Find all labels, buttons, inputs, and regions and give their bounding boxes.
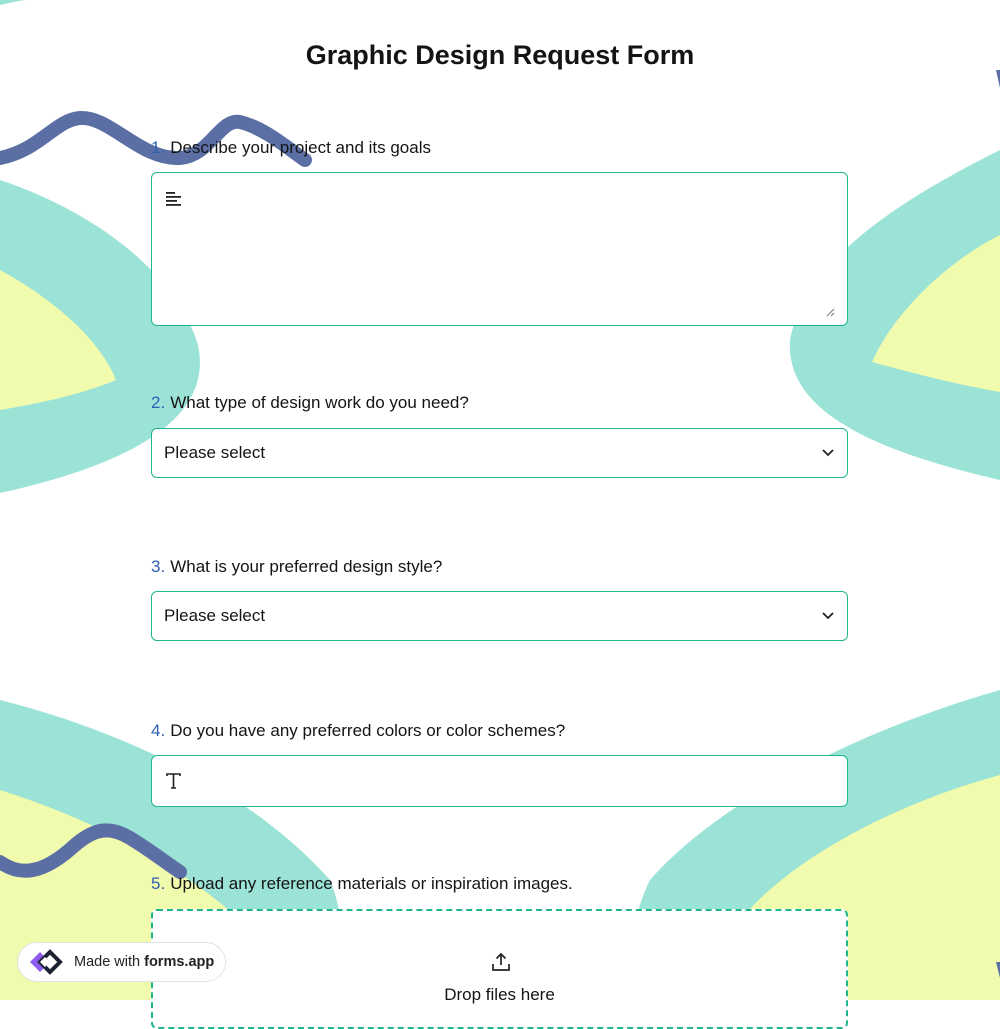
question-5-label: 5. Upload any reference materials or insp… (151, 874, 573, 894)
made-with-forms-app-badge[interactable]: Made with forms.app (17, 942, 226, 982)
question-number: 5. (151, 874, 166, 893)
forms-app-logo-icon (30, 949, 63, 975)
question-text: What type of design work do you need? (170, 393, 469, 412)
chevron-down-icon (822, 612, 834, 620)
question-1-label: 1. Describe your project and its goals (151, 138, 431, 158)
question-text: What is your preferred design style? (170, 557, 443, 576)
question-3-label: 3. What is your preferred design style? (151, 557, 442, 577)
chevron-down-icon (822, 449, 834, 457)
question-number: 2. (151, 393, 166, 412)
decorative-background (0, 0, 1000, 1000)
question-2-label: 2. What type of design work do you need? (151, 393, 469, 413)
preferred-colors-input[interactable] (151, 755, 848, 807)
form-title: Graphic Design Request Form (305, 40, 695, 70)
resize-handle-icon[interactable] (826, 308, 835, 317)
select-value: Please select (164, 443, 266, 462)
text-align-icon (166, 192, 181, 206)
design-style-select[interactable]: Please select (151, 591, 848, 641)
project-description-textarea[interactable] (151, 172, 848, 326)
upload-icon (492, 952, 510, 971)
question-number: 4. (151, 721, 166, 740)
select-value: Please select (164, 606, 266, 625)
question-text: Do you have any preferred colors or colo… (170, 721, 566, 740)
question-text: Upload any reference materials or inspir… (170, 874, 573, 893)
question-text: Describe your project and its goals (170, 138, 431, 157)
badge-brand: forms.app (144, 954, 215, 970)
question-number: 3. (151, 557, 166, 576)
text-t-icon (166, 773, 181, 789)
badge-prefix: Made with (74, 954, 145, 970)
drop-files-text: Drop files here (444, 985, 555, 1004)
question-4-label: 4. Do you have any preferred colors or co… (151, 721, 565, 741)
badge-text: Made with forms.app (74, 954, 214, 970)
design-type-select[interactable]: Please select (151, 428, 848, 478)
file-upload-dropzone[interactable]: Drop files here (151, 909, 848, 1029)
question-number: 1. (151, 138, 166, 157)
